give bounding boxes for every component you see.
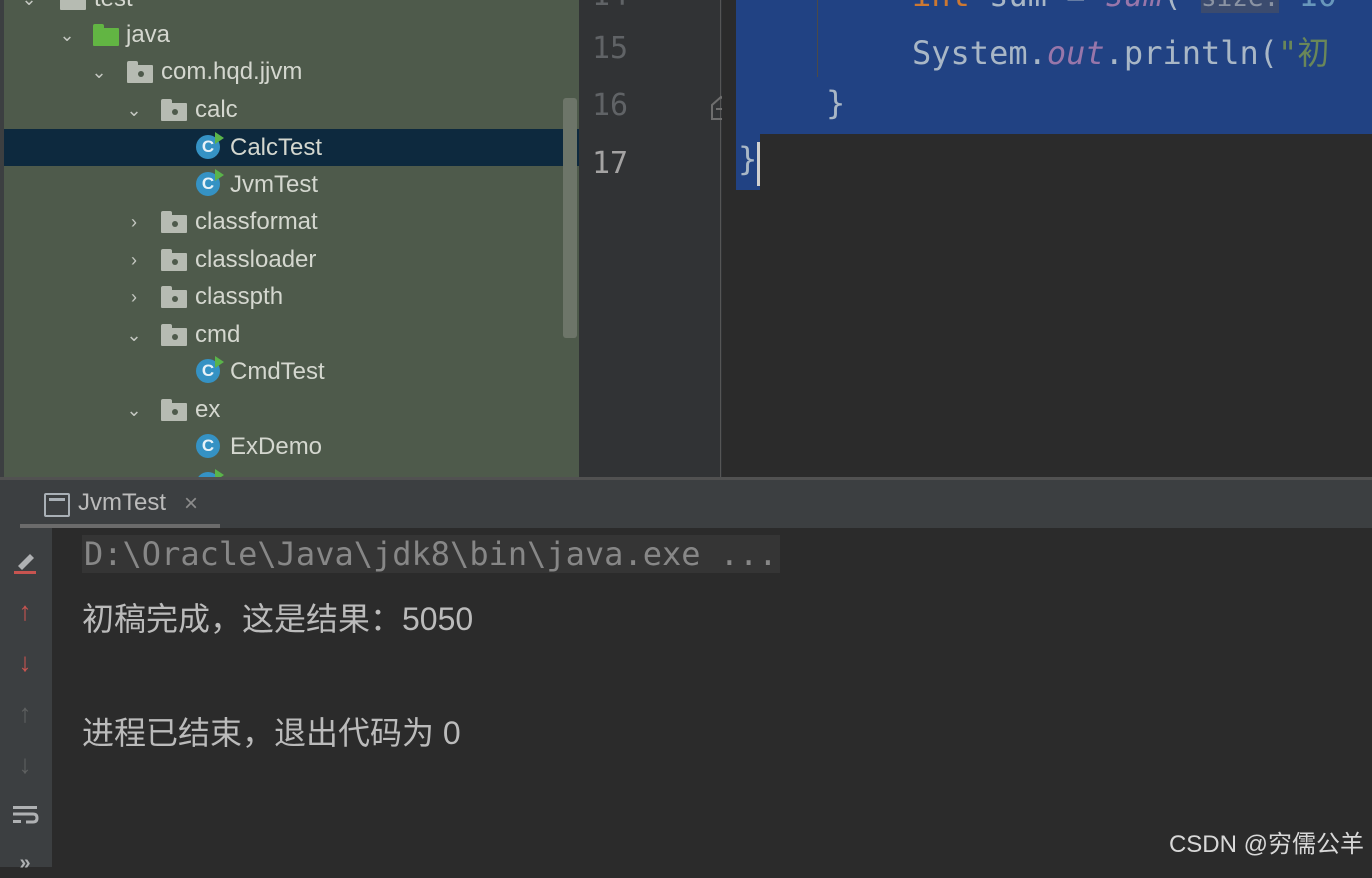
editor-gutter xyxy=(579,0,722,477)
indent-guide xyxy=(817,0,818,77)
folder-icon xyxy=(60,0,86,12)
project-tree: ⌄ test ⌄ java ⌄ com.hqd.jjvm ⌄ calc C Ca… xyxy=(0,0,579,477)
code-line-14[interactable]: int sum = sum( size: 10 xyxy=(912,0,1337,14)
runnable-class-icon: C xyxy=(196,356,224,383)
source-folder-icon xyxy=(93,24,119,48)
tree-row-calc[interactable]: ⌄ calc xyxy=(4,91,579,128)
console-exit-line: 进程已结束，退出代码为 0 xyxy=(82,715,461,751)
console-output-line: 初稿完成，这是结果：5050 xyxy=(82,601,474,637)
tree-row-classloader[interactable]: › classloader xyxy=(4,241,579,278)
tree-row-classformat[interactable]: › classformat xyxy=(4,203,579,240)
package-icon xyxy=(161,99,187,123)
tree-row-jvmtest[interactable]: C JvmTest xyxy=(4,166,579,203)
console-output[interactable] xyxy=(52,528,1372,867)
package-icon xyxy=(161,211,187,235)
more-icon[interactable]: » xyxy=(10,848,40,878)
soft-wrap-icon[interactable] xyxy=(10,800,40,830)
run-tab-jvmtest[interactable]: JvmTest × xyxy=(20,480,220,528)
tree-row-calctest[interactable]: C CalcTest xyxy=(4,129,579,166)
chevron-right-icon[interactable]: › xyxy=(125,288,143,306)
runnable-class-icon: C xyxy=(196,132,224,159)
code-line-17[interactable]: } xyxy=(738,140,757,178)
tree-item-label: classpth xyxy=(195,282,284,310)
down-arrow-disabled-icon[interactable]: ↓ xyxy=(10,749,40,779)
chevron-right-icon[interactable]: › xyxy=(125,251,143,269)
package-icon xyxy=(161,286,187,310)
line-number: 14 xyxy=(592,0,628,13)
line-number: 16 xyxy=(592,88,629,123)
tree-row-exdemo[interactable]: C ExDemo xyxy=(4,428,579,465)
run-tab-label: JvmTest xyxy=(78,489,167,516)
down-arrow-icon[interactable]: ↓ xyxy=(10,647,40,677)
tree-item-label: java xyxy=(126,20,171,48)
chevron-down-icon[interactable]: ⌄ xyxy=(125,101,143,119)
package-icon xyxy=(127,61,153,85)
tree-row-classpth[interactable]: › classpth xyxy=(4,278,579,315)
chevron-down-icon[interactable]: ⌄ xyxy=(20,0,38,8)
tree-item-label: ExDemo xyxy=(230,432,323,460)
console-icon xyxy=(44,493,70,517)
tree-item-label: com.hqd.jjvm xyxy=(161,57,303,85)
runnable-class-icon: C xyxy=(196,169,224,196)
chevron-down-icon[interactable]: ⌄ xyxy=(58,26,76,44)
package-icon xyxy=(161,399,187,423)
chevron-down-icon[interactable]: ⌄ xyxy=(125,326,143,344)
code-line-16[interactable]: } xyxy=(826,84,845,122)
tree-item-label: classformat xyxy=(195,207,318,235)
tree-item-label: classloader xyxy=(195,245,317,273)
tree-item-label: calc xyxy=(195,95,238,123)
tree-row-com-hqd-jjvm[interactable]: ⌄ com.hqd.jjvm xyxy=(4,53,579,90)
tree-scrollbar[interactable] xyxy=(563,98,577,338)
line-number-current: 17 xyxy=(592,146,629,181)
watermark: CSDN @穷儒公羊 xyxy=(1168,831,1364,858)
clear-all-icon[interactable] xyxy=(10,546,40,576)
tree-item-label: cmd xyxy=(195,320,241,348)
tree-item-label: test xyxy=(94,0,133,13)
tree-row-cmdtest[interactable]: C CmdTest xyxy=(4,353,579,390)
close-icon[interactable]: × xyxy=(184,490,198,518)
tree-row-partial[interactable]: C xyxy=(4,466,579,477)
tree-item-label: JvmTest xyxy=(230,170,319,198)
gutter-separator xyxy=(720,0,721,477)
tree-item-label: ex xyxy=(195,395,221,423)
code-line-15[interactable]: System.out.println("初 xyxy=(912,28,1329,74)
up-arrow-icon[interactable]: ↑ xyxy=(10,596,40,626)
package-icon xyxy=(161,249,187,273)
chevron-down-icon[interactable]: ⌄ xyxy=(90,63,108,81)
chevron-down-icon[interactable]: ⌄ xyxy=(125,401,143,419)
tree-row-cmd[interactable]: ⌄ cmd xyxy=(4,316,579,353)
tree-item-label: CalcTest xyxy=(230,133,323,161)
package-icon xyxy=(161,324,187,348)
tree-row-ex[interactable]: ⌄ ex xyxy=(4,391,579,428)
up-arrow-disabled-icon[interactable]: ↑ xyxy=(10,698,40,728)
run-side-toolbar: ↑ ↓ ↑ ↓ » xyxy=(0,528,52,874)
chevron-right-icon[interactable]: › xyxy=(125,213,143,231)
tree-row-test[interactable]: ⌄ test xyxy=(4,0,579,17)
class-icon: C xyxy=(196,434,220,458)
tree-item-label: CmdTest xyxy=(230,357,325,385)
text-caret xyxy=(757,142,760,186)
console-command-line[interactable]: D:\Oracle\Java\jdk8\bin\java.exe ... xyxy=(82,535,780,573)
line-number: 15 xyxy=(592,31,629,66)
tree-row-java[interactable]: ⌄ java xyxy=(4,16,579,53)
